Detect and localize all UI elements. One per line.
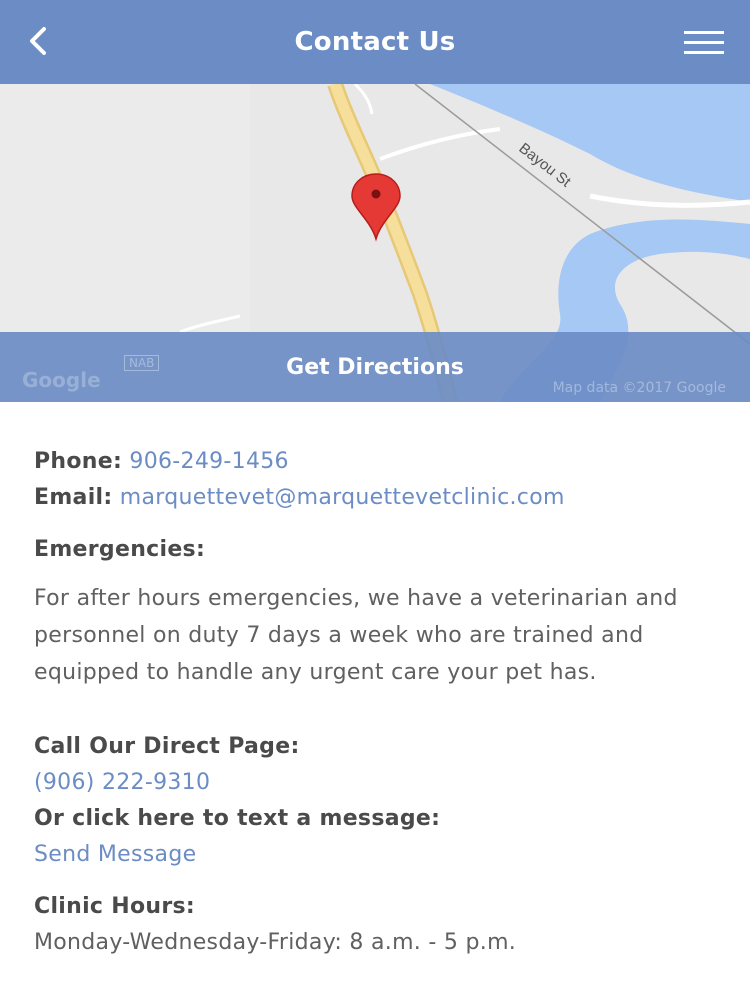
app-header: Contact Us [0,0,750,84]
page-title: Contact Us [294,27,456,57]
email-row: Email: marquettevet@marquettevetclinic.c… [34,480,724,516]
direct-page-heading: Call Our Direct Page: [34,734,300,759]
map-logo-text: Google [22,368,101,392]
emergencies-text: For after hours emergencies, we have a v… [34,586,678,685]
phone-label: Phone: [34,449,123,474]
send-message-link[interactable]: Send Message [34,842,196,867]
map-attribution: Map data ©2017 Google [552,380,726,396]
clinic-hours-heading: Clinic Hours: [34,894,195,919]
email-link[interactable]: marquettevet@marquettevetclinic.com [120,485,565,510]
text-message-heading: Or click here to text a message: [34,806,441,831]
hamburger-menu-icon[interactable] [684,30,724,56]
emergencies-heading: Emergencies: [34,537,206,562]
direct-page-phone-link[interactable]: (906) 222-9310 [34,770,210,795]
contact-content: Phone: 906-249-1456 Email: marquettevet@… [34,444,724,961]
get-directions-label: Get Directions [286,354,464,380]
phone-link[interactable]: 906-249-1456 [129,449,288,474]
phone-row: Phone: 906-249-1456 [34,444,724,480]
clinic-hours-line: Monday-Wednesday-Friday: 8 a.m. - 5 p.m. [34,930,517,955]
back-arrow-icon[interactable] [22,24,56,58]
email-label: Email: [34,485,113,510]
map-nab-label: NAB [124,355,160,371]
